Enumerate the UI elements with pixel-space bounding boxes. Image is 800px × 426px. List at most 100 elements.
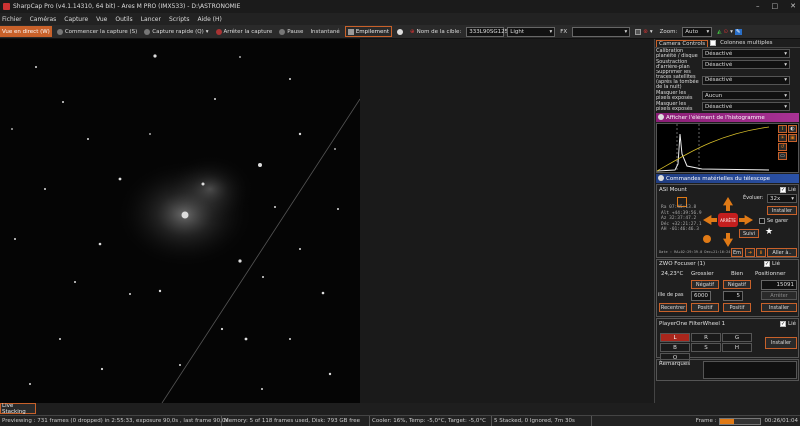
setting-label: Calibration planéité / disque	[656, 48, 698, 59]
fine-positive-button[interactable]: Positif	[723, 303, 751, 312]
filter-button[interactable]: S	[691, 343, 721, 352]
arrow-down-small-icon[interactable]: ⬇	[756, 248, 766, 257]
stacking-button[interactable]: Empilement	[344, 26, 392, 37]
filter-button[interactable]: B	[660, 343, 690, 352]
menu-outils[interactable]: Outils	[115, 16, 132, 23]
remarks-section: Remarques	[656, 359, 799, 381]
menu-vue[interactable]: Vue	[96, 16, 107, 23]
minimize-icon[interactable]: –	[756, 2, 760, 10]
menu-scripts[interactable]: Scripts	[169, 16, 190, 23]
fine-negative-button[interactable]: Négatif	[723, 280, 751, 289]
position-input[interactable]: 15091	[761, 280, 797, 290]
start-capture-button[interactable]: Commencer la capture (S)	[55, 26, 139, 37]
arrow-down-icon[interactable]	[723, 233, 733, 247]
arrow-right-small-icon[interactable]: ➜	[745, 248, 755, 257]
arrow-left-icon[interactable]	[703, 215, 717, 225]
histogram[interactable]: i ◐ ☀ ▣ ↺ ▭	[656, 123, 799, 173]
filter-button[interactable]: R	[691, 333, 721, 342]
brightness-icon[interactable]: ☀	[778, 134, 787, 142]
telescope-header[interactable]: Commandes matérielles du télescope	[656, 174, 799, 183]
sun-icon[interactable]	[703, 235, 711, 243]
reset-icon[interactable]: ↺	[778, 143, 787, 151]
zoom-select[interactable]: Auto ▾	[682, 26, 713, 37]
focuser-install-button[interactable]: Installer	[761, 303, 797, 312]
flat-calibration-select[interactable]: Désactivé ▾	[702, 49, 790, 58]
zoom-label: Zoom:	[659, 28, 678, 35]
frame-type-select[interactable]: Light ▾	[507, 26, 556, 37]
chevron-down-icon[interactable]: ▾	[206, 29, 209, 35]
snapshot-label: Instantané	[310, 28, 340, 35]
contrast-icon[interactable]: ◐	[788, 125, 797, 133]
evolve-select[interactable]: 32x ▾	[767, 194, 797, 203]
setting-label: Masquer les pixels exposés	[656, 90, 693, 101]
fine-step-input[interactable]: 5	[723, 291, 743, 301]
fx-tools[interactable]: ⊛ ▾	[633, 26, 654, 37]
filterwheel-install-button[interactable]: Installer	[765, 337, 797, 349]
satellite-trail-select[interactable]: Désactivé ▾	[702, 75, 790, 85]
mount-install-button[interactable]: Installer	[767, 206, 797, 215]
histogram-title: Afficher l'élément de l'histogramme	[666, 114, 765, 121]
filterwheel-linked-checkbox[interactable]: ✓	[780, 321, 787, 327]
chevron-down-icon[interactable]: ▾	[730, 29, 733, 35]
histogram-icon[interactable]: ◭	[717, 29, 721, 35]
menu-cameras[interactable]: Caméras	[30, 16, 57, 23]
fx-square-icon[interactable]	[635, 28, 642, 35]
park-checkbox[interactable]	[759, 218, 765, 224]
recenter-button[interactable]: Recentrer	[659, 303, 687, 312]
mount-em-button[interactable]: Em	[731, 248, 743, 257]
goto-button[interactable]: Aller à..	[767, 248, 797, 257]
arrow-up-icon[interactable]	[723, 197, 733, 211]
pin-icon[interactable]: ✎	[734, 28, 742, 35]
step-input[interactable]: 6000	[691, 291, 711, 301]
menu-capture[interactable]: Capture	[64, 16, 88, 23]
tracking-button[interactable]: Suivi	[739, 229, 759, 238]
exposed-pixel-select[interactable]: Désactivé ▾	[702, 102, 790, 111]
stop-capture-button[interactable]: Arrêter la capture	[214, 26, 275, 37]
menu-fichier[interactable]: Fichier	[2, 16, 22, 23]
collapse-icon	[658, 114, 664, 120]
snapshot-button[interactable]: Instantané	[308, 26, 341, 37]
tab-camera-controls[interactable]: Camera Controls	[656, 39, 709, 47]
background-subtraction-select[interactable]: Désactivé ▾	[702, 60, 790, 69]
fx-select[interactable]: ▾	[572, 26, 631, 37]
expand-icon[interactable]: ▭	[778, 152, 787, 160]
fx-target-icon[interactable]: ⊛	[643, 29, 648, 35]
focuser-linked-checkbox[interactable]: ✓	[764, 261, 771, 267]
focuser-stop-button[interactable]: Arrêter	[761, 291, 797, 300]
preview-status: Previewing : 731 frames (0 dropped) in 2…	[2, 416, 229, 426]
quick-capture-button[interactable]: Capture rapide (Q) ▾	[142, 26, 210, 37]
camera-icon[interactable]: ▣	[788, 134, 797, 142]
stacking-label: Empilement	[355, 28, 389, 35]
live-view-button[interactable]: Vue en direct (W)	[0, 26, 52, 37]
hot-pixel-select[interactable]: Aucun ▾	[702, 91, 790, 100]
chevron-down-icon: ▾	[624, 28, 628, 35]
histogram-header[interactable]: Afficher l'élément de l'histogramme	[656, 113, 799, 122]
close-icon[interactable]: ✕	[790, 2, 796, 10]
filter-button[interactable]: L	[660, 333, 690, 342]
viewer-background	[360, 39, 654, 403]
arrow-right-icon[interactable]	[739, 215, 753, 225]
multi-column-checkbox[interactable]	[710, 40, 717, 46]
stop-capture-label: Arrêter la capture	[223, 28, 273, 35]
target-name-input[interactable]: 333L90SG125	[466, 26, 508, 37]
pause-button[interactable]: Pause	[277, 26, 305, 37]
maximize-icon[interactable]: □	[772, 2, 779, 10]
info-icon[interactable]: i	[778, 125, 787, 133]
mount-linked-checkbox[interactable]: ✓	[780, 187, 787, 193]
coarse-negative-button[interactable]: Négatif	[691, 280, 719, 289]
filter-button[interactable]: H	[722, 343, 752, 352]
chevron-down-icon[interactable]: ▾	[650, 29, 653, 35]
mount-stop-button[interactable]: ARRÊTE	[718, 213, 738, 227]
record-button[interactable]	[395, 26, 405, 37]
menu-aide[interactable]: Aide (H)	[198, 16, 222, 23]
menu-lancer[interactable]: Lancer	[141, 16, 161, 23]
filter-button[interactable]: G	[722, 333, 752, 342]
image-viewer[interactable]	[0, 39, 360, 403]
live-stacking-tab[interactable]: Live Stacking	[0, 403, 36, 415]
setting-row: Calibration planéité / disque Désactivé ▾	[655, 48, 800, 59]
select-value: Désactivé	[705, 103, 733, 110]
coarse-positive-button[interactable]: Positif	[691, 303, 719, 312]
reticle-icon[interactable]: ⊙	[724, 29, 729, 35]
remarks-input[interactable]	[703, 361, 797, 379]
star-icon[interactable]: ★	[765, 227, 773, 237]
